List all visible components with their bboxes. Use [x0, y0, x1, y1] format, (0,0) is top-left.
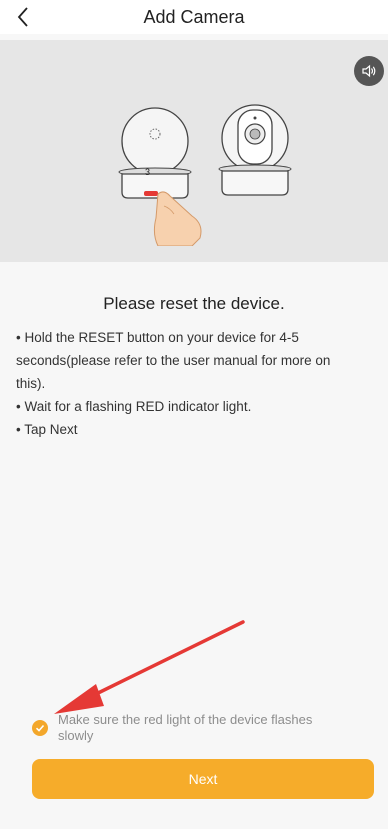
instruction-list: • Hold the RESET button on your device f…	[16, 326, 376, 441]
instruction-line: seconds(please refer to the user manual …	[16, 353, 331, 368]
camera-back-view: 3	[118, 107, 192, 199]
instruction-line: • Hold the RESET button on your device f…	[16, 330, 299, 345]
instruction-line: • Wait for a flashing RED indicator ligh…	[16, 399, 252, 414]
page-title: Add Camera	[143, 7, 245, 27]
top-bar: Add Camera	[0, 0, 388, 34]
next-button[interactable]: Next	[32, 759, 374, 799]
confirm-label-line1: Make sure the red light of the device fl…	[58, 712, 313, 727]
confirm-label-line2: slowly	[58, 728, 94, 743]
camera-illustration: 3	[118, 104, 292, 246]
camera-front-view	[218, 104, 292, 196]
instruction-line: this).	[16, 376, 46, 391]
confirm-label: Make sure the red light of the device fl…	[58, 712, 358, 744]
finger-illustration	[153, 191, 202, 246]
sound-button[interactable]	[354, 56, 384, 86]
camera-label: 3	[145, 167, 150, 177]
instruction-heading: Please reset the device.	[103, 294, 285, 313]
speaker-icon	[362, 64, 376, 78]
checkbox-checked-icon[interactable]	[32, 720, 48, 736]
instruction-line: • Tap Next	[16, 422, 78, 437]
